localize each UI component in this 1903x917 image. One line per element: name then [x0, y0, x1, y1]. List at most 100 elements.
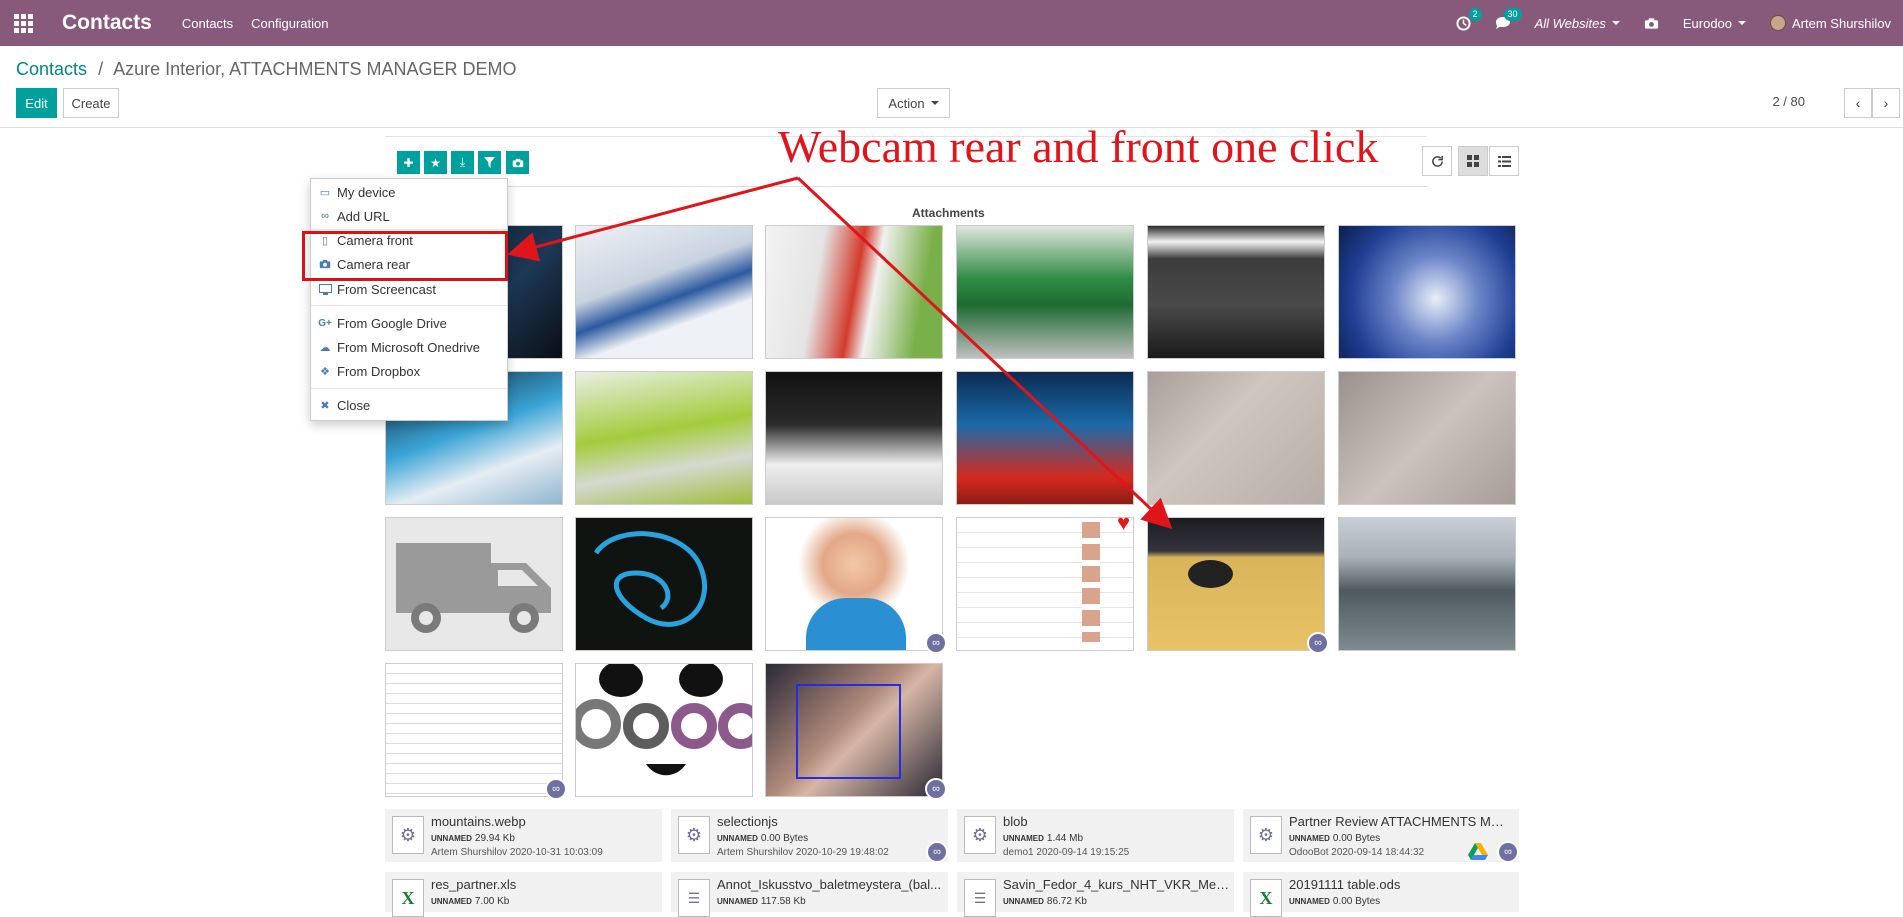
- gear-icon: ⚙: [1250, 816, 1282, 854]
- control-panel: Contacts / Azure Interior, ATTACHMENTS M…: [0, 46, 1903, 128]
- pager-previous-button[interactable]: ‹: [1844, 88, 1872, 118]
- document-icon: ☰: [964, 879, 996, 917]
- create-button[interactable]: Create: [63, 88, 119, 118]
- action-label: Action: [888, 95, 925, 111]
- activity-menu[interactable]: 2: [1456, 7, 1482, 31]
- file-card[interactable]: ☰ Savin_Fedor_4_kurs_NHT_VKR_Meto... UNN…: [957, 872, 1234, 917]
- list-view-button[interactable]: [1489, 146, 1519, 176]
- file-tag: UNNAMED: [431, 834, 472, 843]
- favorite-heart-icon[interactable]: ♥: [1117, 512, 1130, 534]
- attachment-thumbnail[interactable]: [956, 371, 1134, 505]
- link-icon: ∞: [925, 778, 947, 800]
- attachment-thumbnail[interactable]: [1338, 517, 1516, 651]
- refresh-button[interactable]: [1422, 146, 1452, 176]
- edit-button[interactable]: Edit: [16, 88, 57, 118]
- file-size: 7.00 Kb: [474, 896, 510, 907]
- link-icon: ∞: [925, 632, 947, 654]
- file-card[interactable]: ☰ Annot_Iskusstvo_baletmeystera_(bal... …: [671, 872, 948, 917]
- attachment-thumbnail[interactable]: [575, 663, 753, 797]
- file-tag: UNNAMED: [431, 897, 472, 906]
- menu-item-my-device[interactable]: ▭ My device: [311, 181, 507, 203]
- chevron-left-icon: ‹: [1855, 95, 1861, 111]
- dropbox-icon: ❖: [320, 365, 330, 378]
- attachment-thumbnail[interactable]: [1147, 517, 1325, 651]
- menu-item-screencast[interactable]: From Screencast: [311, 278, 507, 300]
- message-count-badge: 30: [1503, 7, 1522, 21]
- chevron-right-icon: ›: [1883, 95, 1889, 111]
- pager-next-button[interactable]: ›: [1872, 88, 1900, 118]
- file-card[interactable]: ⚙ mountains.webp UNNAMED 29.94 Kb Artem S…: [385, 809, 662, 862]
- file-name: blob: [1003, 814, 1028, 829]
- file-meta: UNNAMED 86.72 Kb: [1003, 896, 1087, 907]
- attachment-thumbnail[interactable]: [575, 371, 753, 505]
- attachment-thumbnail[interactable]: [385, 663, 563, 797]
- attachment-thumbnail[interactable]: [765, 371, 943, 505]
- attachment-thumbnail[interactable]: [385, 517, 563, 651]
- user-menu[interactable]: Artem Shurshilov: [1770, 15, 1891, 31]
- screenshot-button[interactable]: [1644, 17, 1659, 30]
- highlight-box: [302, 231, 508, 281]
- menu-item-close[interactable]: ✖ Close: [311, 394, 507, 416]
- grid-view-button[interactable]: [1458, 146, 1488, 176]
- menu-item-google-drive[interactable]: G+ From Google Drive: [311, 312, 507, 334]
- breadcrumb-separator: /: [98, 59, 104, 79]
- attachment-thumbnail[interactable]: [765, 663, 943, 797]
- file-size: 1.44 Mb: [1046, 833, 1084, 844]
- download-icon: ⤓: [459, 155, 466, 169]
- list-icon: [1497, 155, 1511, 167]
- menu-configuration[interactable]: Configuration: [251, 16, 328, 31]
- website-switcher[interactable]: All Websites: [1535, 16, 1620, 31]
- messaging-menu[interactable]: 30: [1495, 7, 1522, 31]
- attachments-divider: [385, 186, 1427, 187]
- file-card[interactable]: ⚙ blob UNNAMED 1.44 Mb demo1 2020-09-14 1…: [957, 809, 1234, 862]
- google-plus-icon: G+: [318, 317, 332, 329]
- file-card[interactable]: ⚙ Partner Review ATTACHMENTS MAN... UNNA…: [1243, 809, 1519, 863]
- filter-button[interactable]: [478, 151, 501, 174]
- menu-item-label: From Screencast: [337, 281, 436, 297]
- attachment-thumbnail[interactable]: [575, 517, 753, 651]
- attachment-thumbnail[interactable]: [575, 225, 753, 359]
- favorite-filter-button[interactable]: ★: [424, 151, 447, 174]
- link-icon: ∞: [545, 778, 567, 800]
- attachment-thumbnail[interactable]: [956, 517, 1134, 651]
- file-card[interactable]: X 20191111 table.ods UNNAMED 0.00 Bytes: [1243, 872, 1519, 917]
- company-label: Eurodoo: [1682, 15, 1733, 31]
- menu-item-onedrive[interactable]: ☁ From Microsoft Onedrive: [311, 336, 507, 358]
- camera-icon: [1644, 17, 1658, 29]
- file-card[interactable]: ⚙ selectionjs UNNAMED 0.00 Bytes Artem Sh…: [671, 809, 948, 863]
- file-meta: UNNAMED 1.44 Mb: [1003, 833, 1083, 844]
- attachment-thumbnail[interactable]: [765, 517, 943, 651]
- menu-item-add-url[interactable]: ∞ Add URL: [311, 205, 507, 227]
- document-icon: ☰: [678, 879, 710, 917]
- file-name: 20191111 table.ods: [1289, 877, 1401, 892]
- file-owner: Artem Shurshilov 2020-10-29 19:48:02: [717, 847, 889, 858]
- attachment-thumbnail[interactable]: [765, 225, 943, 359]
- truck-icon: [396, 543, 551, 633]
- breadcrumb: Contacts / Azure Interior, ATTACHMENTS M…: [16, 59, 517, 80]
- attachment-thumbnail[interactable]: [1147, 225, 1325, 359]
- attachment-thumbnail[interactable]: [1338, 371, 1516, 505]
- excel-icon: X: [1250, 879, 1282, 917]
- add-attachment-button[interactable]: ✚: [397, 151, 420, 174]
- attachment-thumbnail[interactable]: [1147, 371, 1325, 505]
- camera-icon: [512, 158, 523, 167]
- attachment-thumbnail[interactable]: [956, 225, 1134, 359]
- close-icon: ✖: [320, 399, 330, 412]
- link-icon: ∞: [926, 841, 948, 863]
- file-card[interactable]: X res_partner.xls UNNAMED 7.00 Kb: [385, 872, 662, 917]
- download-button[interactable]: ⤓: [451, 151, 474, 174]
- file-tag: UNNAMED: [1289, 897, 1330, 906]
- action-dropdown[interactable]: Action: [877, 88, 950, 118]
- file-owner: Artem Shurshilov 2020-10-31 10:03:09: [431, 847, 603, 858]
- menu-item-dropbox[interactable]: ❖ From Dropbox: [311, 360, 507, 382]
- company-switcher[interactable]: Eurodoo: [1682, 15, 1747, 31]
- menu-divider: [311, 388, 507, 389]
- app-title: Contacts: [62, 11, 152, 34]
- breadcrumb-root[interactable]: Contacts: [16, 59, 87, 79]
- camera-button[interactable]: [506, 151, 529, 174]
- menu-contacts[interactable]: Contacts: [182, 16, 233, 31]
- refresh-icon: [1431, 155, 1443, 167]
- star-icon: ★: [430, 155, 441, 170]
- attachment-thumbnail[interactable]: [1338, 225, 1516, 359]
- apps-menu-icon[interactable]: [0, 0, 46, 46]
